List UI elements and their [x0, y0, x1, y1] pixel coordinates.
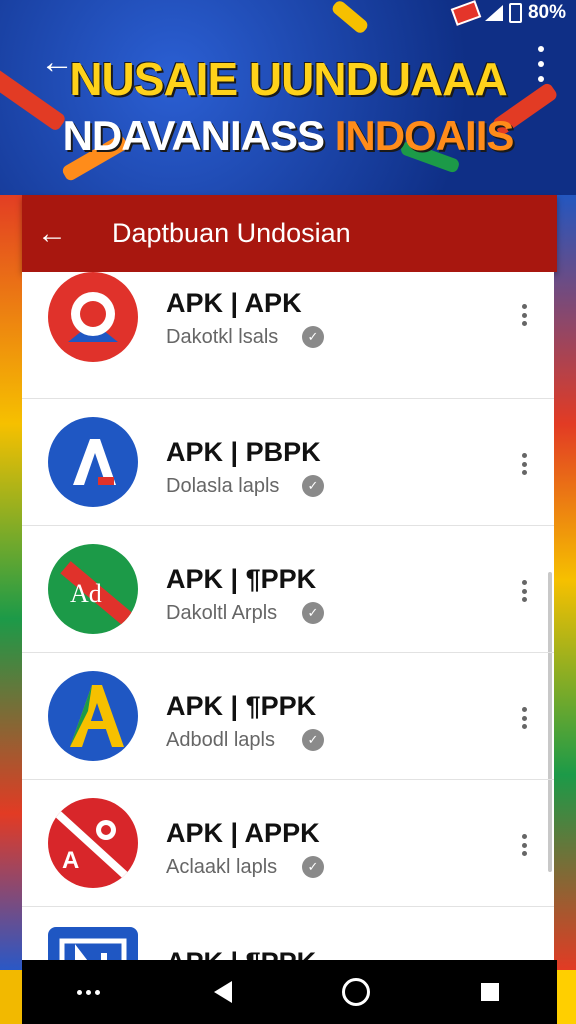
app-subtitle: Dakoltl Arpls [166, 602, 278, 624]
list-item[interactable]: APK | PBPK Dolasla lapls ✓ [22, 399, 554, 526]
verified-icon: ✓ [302, 326, 324, 348]
app-subtitle: Adbodl lapls [166, 729, 275, 751]
app-name: APK | ¶PPK [166, 564, 317, 594]
list-item[interactable]: APK | APK Dakotkl lsals ✓ [22, 272, 554, 399]
more-apps-icon[interactable] [59, 967, 119, 1017]
app-name: APK | APK [166, 288, 302, 318]
hero-title-line2-orange: INDOAIIS [324, 112, 515, 159]
nav-recents-icon[interactable] [460, 967, 520, 1017]
hero-title-line2-white: NDAVANIASS [62, 112, 325, 159]
item-menu-icon[interactable] [522, 580, 528, 602]
red-no-a-icon: A [48, 798, 138, 888]
item-menu-icon[interactable] [522, 453, 528, 475]
list-item[interactable]: A APK | APPK Aclaakl lapls ✓ [22, 780, 554, 907]
hero-title-line1: NUSAIE UUNDUAAA [69, 53, 507, 105]
item-menu-icon[interactable] [522, 707, 528, 729]
signal-icon [484, 5, 503, 21]
item-menu-icon[interactable] [522, 304, 528, 326]
notification-icon [450, 0, 482, 26]
app-list: APK | APK Dakotkl lsals ✓ APK | PBPK Dol… [22, 272, 554, 960]
nav-home-icon[interactable] [326, 967, 386, 1017]
app-bar: ← Daptbuan Undosian [22, 195, 557, 272]
list-item[interactable]: APK | ¶PPK Adbodl lapls ✓ [22, 653, 554, 780]
blue-a-icon [48, 417, 138, 507]
status-bar: 80% [450, 0, 566, 26]
nav-back-icon[interactable] [193, 967, 253, 1017]
verified-icon: ✓ [302, 729, 324, 751]
battery-text: 80% [527, 2, 566, 23]
app-name: APK | ¶PPK [166, 691, 317, 721]
item-menu-icon[interactable] [522, 834, 528, 856]
appbar-back-arrow-icon[interactable]: ← [22, 217, 82, 251]
red-search-icon [48, 272, 138, 362]
blue-n-icon [48, 927, 138, 960]
yellow-a-icon [48, 671, 138, 761]
green-ad-icon: Ad [48, 544, 138, 634]
list-item[interactable]: APK | ¶PPK [22, 907, 554, 960]
app-name: APK | APPK [166, 818, 320, 848]
app-name: APK | PBPK [166, 437, 321, 467]
battery-icon [508, 3, 522, 23]
svg-text:A: A [62, 847, 79, 874]
verified-icon: ✓ [302, 602, 324, 624]
app-name: APK | ¶PPK [166, 947, 316, 960]
app-subtitle: Dakotkl lsals [166, 326, 279, 348]
app-subtitle: Aclaakl lapls [166, 856, 278, 878]
appbar-title: Daptbuan Undosian [112, 218, 351, 248]
right-wallpaper-strip [554, 190, 576, 970]
hero-banner: 80% ← NUSAIE UUNDUAAA NDAVANIASS INDOAII… [0, 0, 576, 195]
system-nav-bar [22, 960, 557, 1024]
list-item[interactable]: Ad APK | ¶PPK Dakoltl Arpls ✓ [22, 526, 554, 653]
hero-title-line2: NDAVANIASS INDOAIIS [0, 112, 576, 160]
app-subtitle: Dolasla lapls [166, 475, 280, 497]
svg-text:Ad: Ad [70, 579, 102, 608]
verified-icon: ✓ [302, 475, 324, 497]
left-wallpaper-strip [0, 190, 22, 970]
verified-icon: ✓ [302, 856, 324, 878]
